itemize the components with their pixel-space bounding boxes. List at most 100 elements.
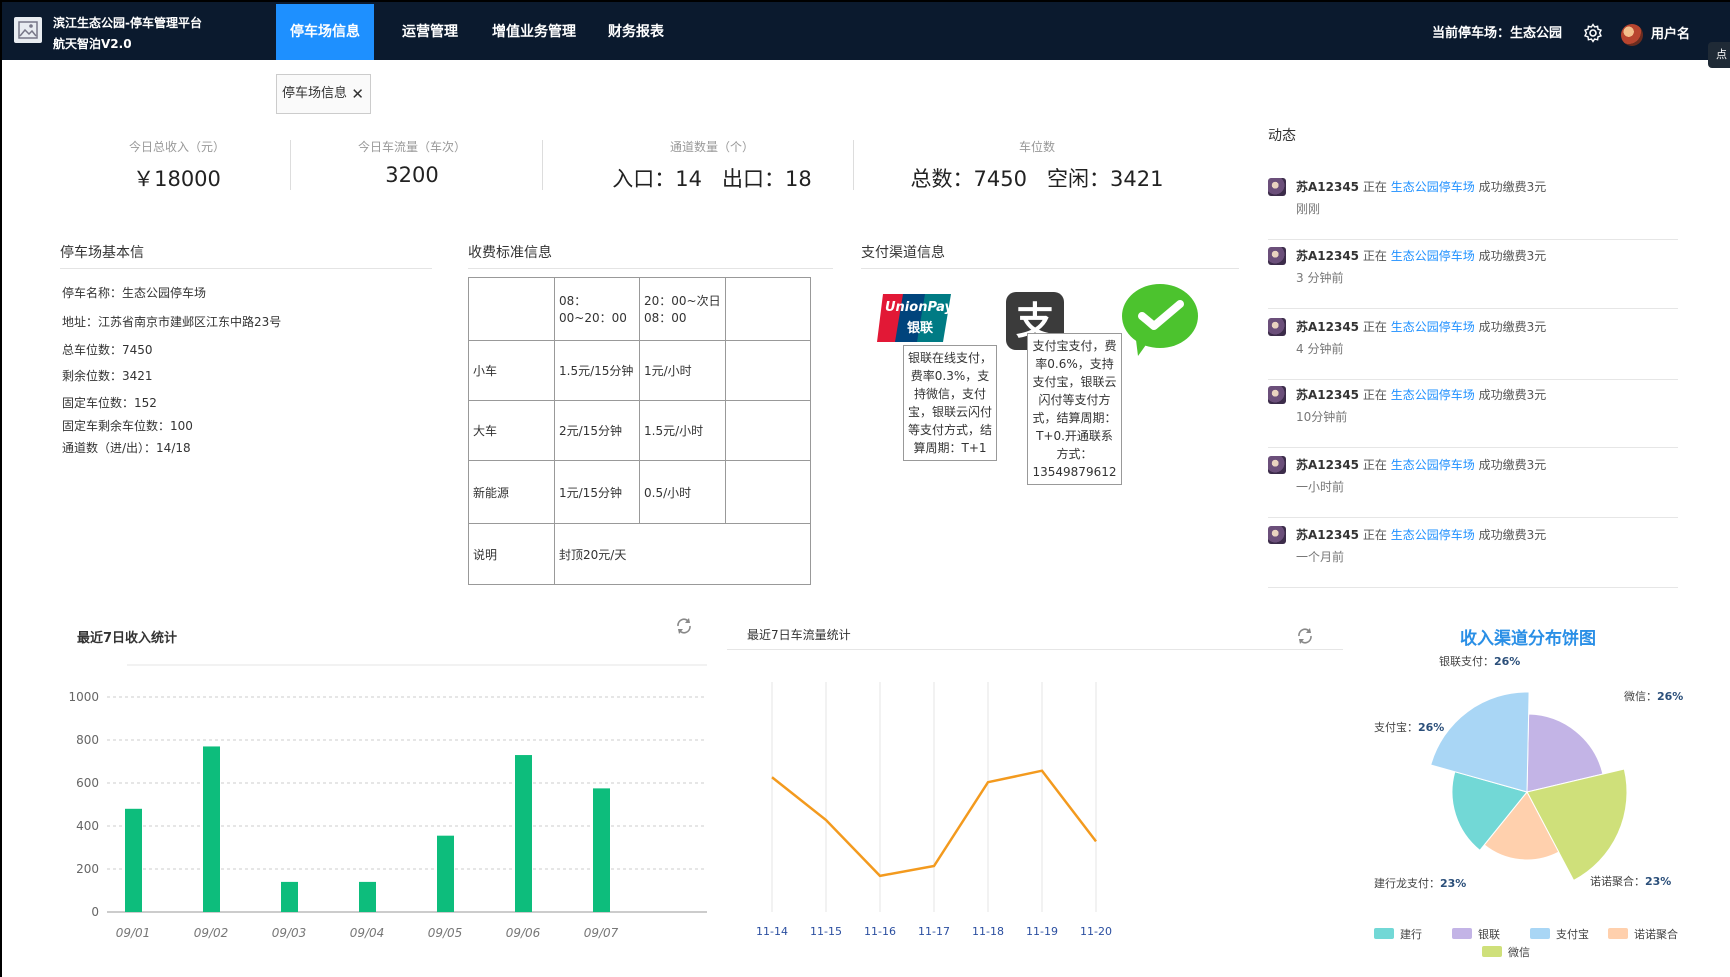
activity-post: 成功缴费3元: [1478, 458, 1547, 472]
stat-value: 入口：14 出口：18: [612, 167, 812, 191]
park-link[interactable]: 生态公园停车场: [1391, 320, 1475, 334]
nav-tab-value-added[interactable]: 增值业务管理: [478, 4, 590, 60]
activity-item: 苏A12345 正在 生态公园停车场 成功缴费3元 一小时前: [1268, 448, 1678, 518]
activity-title: 动态: [1268, 128, 1296, 144]
stat-value: 3200: [385, 163, 439, 187]
activity-text: 苏A12345 正在 生态公园停车场 成功缴费3元: [1296, 386, 1546, 403]
info-line: 总车位数：7450: [62, 343, 153, 357]
activity-pre: 正在: [1362, 528, 1387, 542]
divider: [853, 140, 854, 190]
table-cell: 新能源: [468, 460, 555, 524]
current-park-label[interactable]: 当前停车场：生态公园: [1432, 2, 1562, 66]
user-avatar: [1268, 526, 1286, 544]
plate-number: 苏A12345: [1296, 528, 1360, 542]
traffic-chart-title: 最近7日车流量统计: [747, 628, 851, 642]
channel-pie-chart: 银联支付：26% 微信：26% 诺诺聚合：23% 建行龙支付：23% 支付宝：26% 建行…: [1374, 654, 1683, 959]
activity-post: 成功缴费3元: [1478, 388, 1547, 402]
table-cell: 大车: [468, 400, 555, 461]
unionpay-logo-cn: 银联: [907, 321, 934, 336]
plate-number: 苏A12345: [1296, 180, 1360, 194]
table-cell: 20：00~次日08：00: [639, 277, 726, 341]
park-link[interactable]: 生态公园停车场: [1391, 388, 1475, 402]
table-cell: 0.5/小时: [639, 460, 726, 524]
table-cell: [725, 460, 811, 524]
table-row: 08：00~20：00 20：00~次日08：00: [468, 277, 811, 341]
plate-number: 苏A12345: [1296, 458, 1360, 472]
stat-label: 车位数: [1018, 140, 1055, 154]
activity-post: 成功缴费3元: [1478, 320, 1547, 334]
divider: [290, 140, 291, 190]
table-cell: [725, 400, 811, 461]
activity-text: 苏A12345 正在 生态公园停车场 成功缴费3元: [1296, 526, 1546, 543]
close-icon[interactable]: ✕: [351, 75, 364, 113]
table-row: 说明 封顶20元/天: [468, 523, 811, 585]
refresh-icon[interactable]: [1296, 627, 1314, 645]
edge-drawer-tab[interactable]: 点: [1708, 42, 1730, 68]
activity-pre: 正在: [1362, 458, 1387, 472]
bar-09/04: [359, 881, 376, 912]
tag-label: 停车场信息: [282, 86, 348, 101]
bar-09/06: [515, 755, 532, 912]
x-tick-label: 11-14: [756, 925, 788, 938]
wechat-pay-icon[interactable]: [1120, 282, 1200, 358]
info-line: 剩余位数：3421: [62, 369, 153, 383]
user-avatar: [1268, 318, 1286, 336]
activity-post: 成功缴费3元: [1478, 180, 1547, 194]
user-avatar[interactable]: [1621, 24, 1643, 46]
bar-09/05: [437, 835, 454, 912]
legend-swatch: [1530, 928, 1550, 939]
slice-label: 诺诺聚合：23%: [1590, 874, 1671, 888]
park-link[interactable]: 生态公园停车场: [1391, 180, 1475, 194]
plate-number: 苏A12345: [1296, 388, 1360, 402]
user-avatar: [1268, 178, 1286, 196]
activity-pre: 正在: [1362, 388, 1387, 402]
y-tick-label: 400: [76, 819, 99, 833]
table-cell: 2元/15分钟: [554, 400, 640, 461]
nav-tab-park-info[interactable]: 停车场信息: [276, 4, 374, 60]
income-chart-title: 最近7日收入统计: [77, 631, 178, 646]
activity-text: 苏A12345 正在 生态公园停车场 成功缴费3元: [1296, 456, 1546, 473]
nav-tab-operations[interactable]: 运营管理: [388, 4, 472, 60]
activity-item: 苏A12345 正在 生态公园停车场 成功缴费3元 10分钟前: [1268, 378, 1678, 448]
nav-tab-finance[interactable]: 财务报表: [594, 4, 678, 60]
stat-value: 总数：7450 空闲：3421: [910, 167, 1164, 191]
info-line: 地址：江苏省南京市建邺区江东中路23号: [62, 315, 282, 329]
table-cell: 1元/15分钟: [554, 460, 640, 524]
refresh-icon[interactable]: [675, 617, 693, 635]
legend-swatch: [1374, 928, 1394, 939]
legend-label: 微信: [1508, 945, 1530, 959]
stat-value: ￥18000: [133, 167, 221, 191]
park-link[interactable]: 生态公园停车场: [1391, 458, 1475, 472]
stat-channels: 通道数量（个） 入口：14 出口：18: [597, 138, 827, 193]
stat-label: 今日总收入（元）: [128, 140, 225, 154]
legend-swatch: [1452, 928, 1472, 939]
logo-image-icon: [14, 17, 42, 43]
open-page-tag[interactable]: 停车场信息 ✕: [276, 74, 371, 114]
table-cell: 封顶20元/天: [554, 523, 811, 585]
legend-label: 支付宝: [1556, 927, 1589, 941]
stat-spaces: 车位数 总数：7450 空闲：3421: [907, 138, 1167, 193]
user-avatar: [1268, 456, 1286, 474]
slice-支付宝: [1430, 691, 1530, 793]
app-title: 滨江生态公园-停车管理平台: [53, 16, 202, 30]
legend-swatch: [1608, 928, 1628, 939]
x-tick-label: 11-17: [918, 925, 950, 938]
user-avatar: [1268, 386, 1286, 404]
slice-label: 银联支付：26%: [1439, 654, 1520, 668]
username[interactable]: 用户名: [1651, 2, 1690, 68]
gear-icon[interactable]: [1583, 23, 1603, 43]
park-link[interactable]: 生态公园停车场: [1391, 528, 1475, 542]
activity-time: 一个月前: [1296, 550, 1345, 564]
table-row: 新能源 1元/15分钟 0.5/小时: [468, 460, 811, 524]
info-line: 停车名称：生态公园停车场: [62, 286, 207, 300]
x-tick-label: 11-16: [864, 925, 896, 938]
traffic-line-chart: 11-14 11-15 11-16 11-17 11-18 11-19 11-20: [756, 682, 1112, 938]
divider: [727, 649, 1343, 650]
activity-pre: 正在: [1362, 320, 1387, 334]
slice-label: 微信：26%: [1624, 689, 1683, 703]
x-tick-label: 11-20: [1080, 925, 1112, 938]
bar-09/01: [125, 808, 142, 912]
table-cell: [725, 277, 811, 341]
unionpay-logo[interactable]: UnionPay 银联: [877, 294, 953, 342]
park-link[interactable]: 生态公园停车场: [1391, 249, 1475, 263]
